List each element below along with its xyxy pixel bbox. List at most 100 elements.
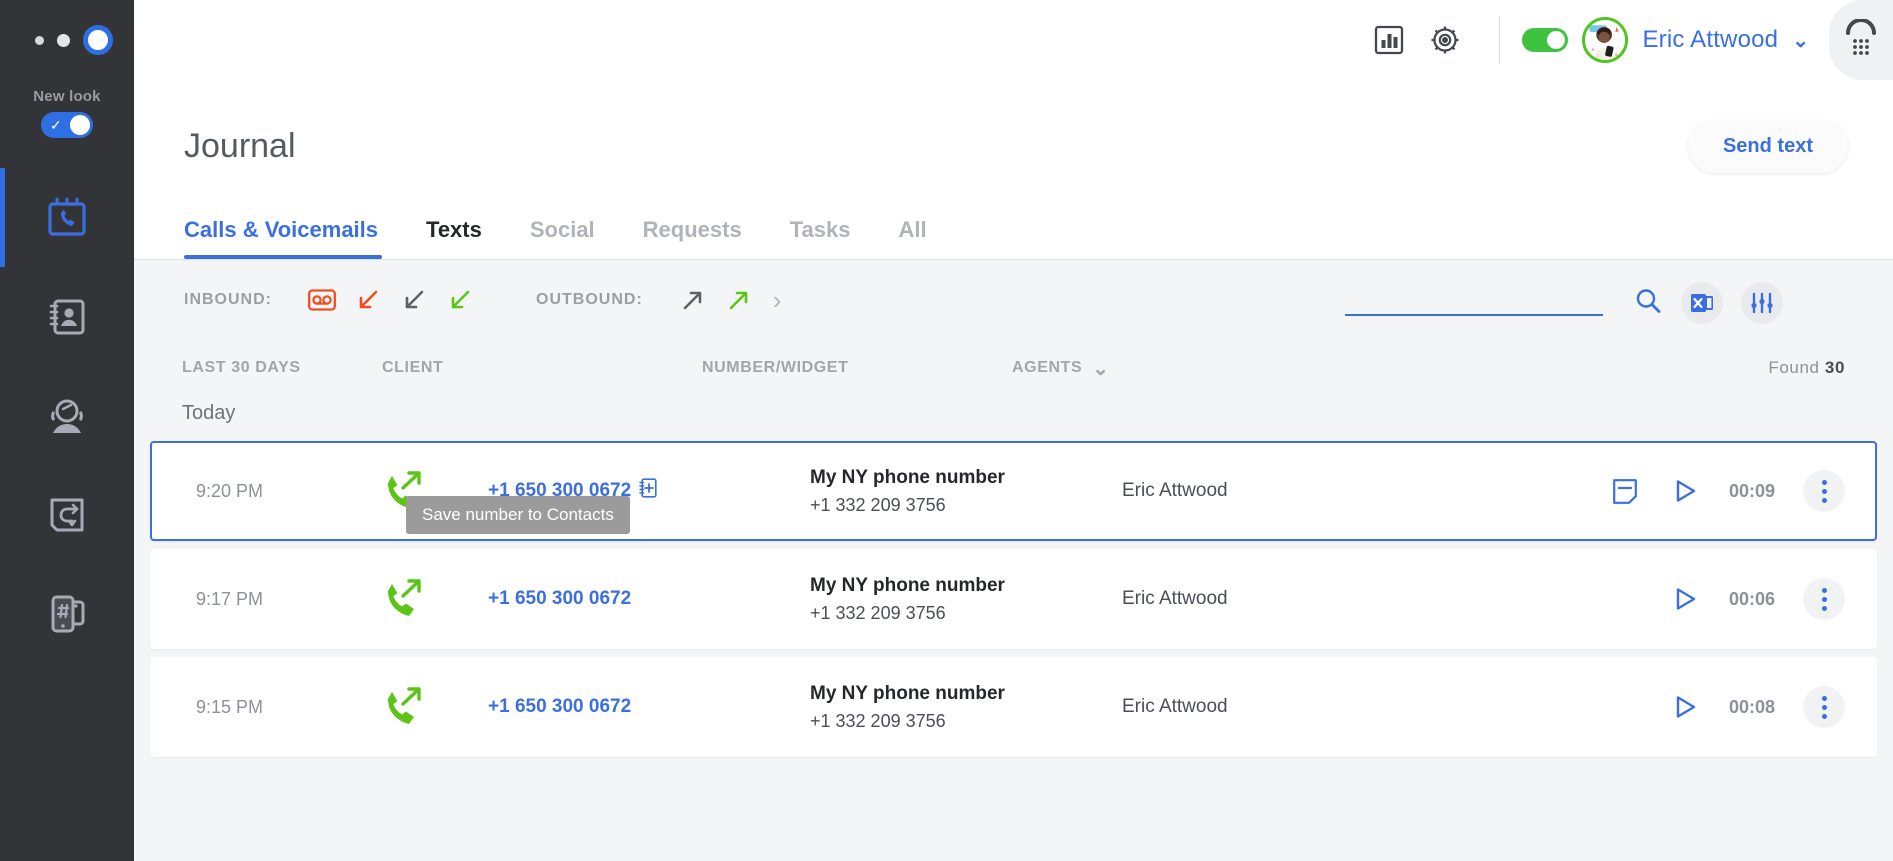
chevron-down-icon: ⌄ [1092,357,1110,380]
sidebar-item-call-flow[interactable] [0,465,134,564]
client-number-link[interactable]: +1 650 300 0672 [488,588,631,610]
column-header-agents[interactable]: AGENTS ⌄ [1012,356,1768,381]
widget-title: My NY phone number [810,466,1005,488]
row-client: +1 650 300 0672 [488,696,810,718]
page-title: Journal [184,127,296,165]
column-header-time: LAST 30 DAYS [182,359,301,376]
row-time: 9:17 PM [196,588,264,609]
column-header-widget: NUMBER/WIDGET [702,359,849,376]
dot-icon [1821,479,1827,485]
column-header-client: CLIENT [382,359,444,376]
dot-icon [1821,596,1827,602]
toggle-knob [70,115,90,135]
tab-calls-voicemails[interactable]: Calls & Voicemails [184,217,404,259]
note-button[interactable] [1595,478,1655,504]
filter-answered-call[interactable] [446,286,474,314]
declined-call-icon [405,290,424,309]
outbound-answered-icon [729,291,748,310]
avatar[interactable] [1582,17,1629,63]
sidebar-item-journal[interactable] [0,168,134,267]
phone-hash-icon [51,595,85,632]
filter-more-chevron-icon[interactable]: › [773,285,782,316]
table-row[interactable]: 9:15 PM +1 650 300 0672 My NY phone numb… [150,657,1877,757]
tab-requests[interactable]: Requests [643,217,768,259]
save-to-contacts-icon[interactable] [639,478,657,504]
row-time: 9:20 PM [196,480,264,501]
address-book-icon [49,299,85,334]
missed-call-icon [359,290,378,309]
search-icon [1636,289,1661,313]
play-icon [1676,588,1696,610]
send-text-button[interactable]: Send text [1687,120,1848,173]
day-group-label: Today [182,402,236,424]
dot-medium-icon [57,33,70,47]
answered-call-icon [451,290,470,309]
row-widget: My NY phone number +1 332 209 3756 [810,575,1122,624]
filter-missed-call[interactable] [354,286,382,314]
dot-small-icon [35,35,44,45]
chevron-down-icon[interactable]: ⌄ [1792,28,1809,53]
sidebar-item-agents[interactable] [0,366,134,465]
call-duration: 00:09 [1728,480,1776,501]
found-count: Found 30 [1768,358,1845,378]
outbound-label: OUTBOUND: [536,291,643,308]
tooltip: Save number to Contacts [406,496,630,534]
filter-bar: INBOUND: OUTBOUND: › [134,260,1893,340]
row-direction [376,681,488,733]
user-name[interactable]: Eric Attwood [1642,26,1778,54]
journal-app: New look ✓ Eric Attwood ⌄ Journal Send t… [0,0,1893,861]
filter-outbound-unanswered[interactable] [679,286,707,314]
play-recording-button[interactable] [1655,478,1715,504]
table-row[interactable]: 9:17 PM +1 650 300 0672 My NY phone numb… [150,549,1877,649]
tab-social[interactable]: Social [530,217,621,259]
filter-voicemail[interactable] [308,288,336,312]
play-recording-button[interactable] [1655,586,1715,612]
row-client: +1 650 300 0672 [488,588,810,610]
check-icon: ✓ [50,117,62,133]
table-body: 9:20 PM +1 650 300 0672 My NY phone numb… [134,441,1893,757]
row-actions: 00:08 [1595,686,1845,728]
tab-tasks[interactable]: Tasks [790,217,877,259]
play-icon [1676,480,1696,502]
search-button[interactable] [1633,286,1663,321]
advanced-filters-button[interactable] [1741,282,1783,324]
settings-button[interactable] [1417,12,1473,68]
row-menu-button[interactable] [1803,686,1845,728]
sidebar-item-contacts[interactable] [0,267,134,366]
row-agent: Eric Attwood [1122,696,1228,717]
row-direction [376,573,488,625]
dialpad-button[interactable] [1829,0,1893,80]
app-switcher-dots[interactable] [0,0,134,80]
row-menu-button[interactable] [1803,470,1845,512]
filter-declined-call[interactable] [400,286,428,314]
sidebar-item-numbers[interactable] [0,564,134,663]
calendar-phone-icon [48,197,86,236]
new-look-toggle[interactable]: ✓ [41,112,93,138]
journal-table: LAST 30 DAYS CLIENT NUMBER/WIDGET AGENTS… [134,340,1893,861]
headset-agent-icon [51,399,83,433]
avatar-illustration-icon [1585,20,1626,60]
tab-all[interactable]: All [898,217,952,259]
widget-title: My NY phone number [810,682,1005,704]
row-time: 9:15 PM [196,696,264,717]
client-number-link[interactable]: +1 650 300 0672 [488,696,631,718]
row-menu-button[interactable] [1803,578,1845,620]
availability-toggle[interactable] [1522,28,1569,52]
add-contact-icon [639,478,657,498]
export-excel-button[interactable] [1681,282,1723,324]
dot-ring-icon [83,25,113,55]
play-recording-button[interactable] [1655,694,1715,720]
toggle-knob [1547,31,1566,49]
dot-icon [1821,488,1827,494]
tab-texts[interactable]: Texts [426,217,508,259]
page-header: Journal Send text Calls & Voicemails Tex… [134,80,1893,260]
row-agent: Eric Attwood [1122,480,1228,501]
row-agent: Eric Attwood [1122,588,1228,609]
inbound-label: INBOUND: [184,291,272,308]
filter-outbound-answered[interactable] [725,286,753,314]
found-label: Found [1768,358,1820,377]
row-actions: 00:09 [1595,470,1845,512]
search-input[interactable] [1345,280,1603,316]
dot-icon [1821,704,1827,710]
stats-button[interactable] [1361,12,1417,68]
